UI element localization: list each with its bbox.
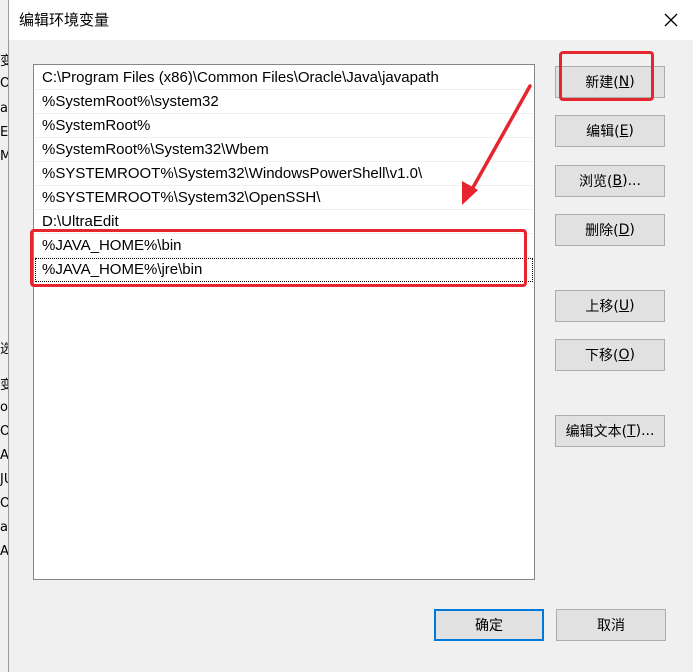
list-item-label: %SystemRoot% [42,117,151,134]
ok-button-label: 确定 [475,618,503,634]
browse-button-suffix: )... [622,173,641,189]
move-up-button-label: 上移( [585,299,619,315]
dialog-title: 编辑环境变量 [19,11,110,29]
list-item[interactable]: D:\UltraEdit [35,210,533,234]
path-list[interactable]: C:\Program Files (x86)\Common Files\Orac… [33,64,535,580]
edit-text-button[interactable]: 编辑文本(T)... [555,415,665,447]
edit-text-button-label: 编辑文本( [565,424,628,440]
list-item[interactable]: %SystemRoot%\System32\Wbem [35,138,533,162]
bg-fragment: a [0,101,8,116]
list-item[interactable]: %SYSTEMROOT%\System32\WindowsPowerShell\… [35,162,533,186]
cancel-button-label: 取消 [597,618,625,634]
close-button[interactable] [648,0,693,40]
edit-button-key: E [619,123,629,139]
edit-button[interactable]: 编辑(E) [555,115,665,147]
list-item-label: %SYSTEMROOT%\System32\OpenSSH\ [42,189,321,206]
move-down-button[interactable]: 下移(O) [555,339,665,371]
list-item[interactable]: %JAVA_HOME%\bin [35,234,533,258]
title-bar: 编辑环境变量 [9,0,693,40]
move-up-button[interactable]: 上移(U) [555,290,665,322]
move-down-button-label: 下移( [585,348,619,364]
new-button[interactable]: 新建(N) [555,66,665,98]
browse-button[interactable]: 浏览(B)... [555,165,665,197]
list-item-focused[interactable]: %JAVA_HOME%\jre\bin [35,258,533,282]
list-item-label: %JAVA_HOME%\jre\bin [42,261,203,278]
move-down-button-key: O [618,347,630,363]
list-item-label: D:\UltraEdit [42,213,119,230]
list-item[interactable]: %SYSTEMROOT%\System32\OpenSSH\ [35,186,533,210]
bg-fragment: o [0,400,8,415]
cancel-button[interactable]: 取消 [556,609,666,641]
delete-button-suffix: ) [629,222,635,238]
close-icon [664,13,678,27]
bg-fragment: E [0,125,9,140]
move-down-button-suffix: ) [629,347,635,363]
move-up-button-key: U [618,298,630,314]
delete-button-key: D [618,222,630,238]
edit-text-button-suffix: )... [635,423,655,439]
delete-button-label: 删除( [585,223,619,239]
list-item-label: %SystemRoot%\System32\Wbem [42,141,269,158]
edit-text-button-key: T [627,423,636,439]
edit-button-suffix: ) [628,123,634,139]
list-item-label: %SystemRoot%\system32 [42,93,219,110]
list-item[interactable]: %SystemRoot%\system32 [35,90,533,114]
edit-button-label: 编辑( [586,124,620,140]
new-button-suffix: ) [629,74,635,90]
list-item[interactable]: C:\Program Files (x86)\Common Files\Orac… [35,66,533,90]
new-button-key: N [618,74,630,90]
edit-env-var-dialog: 编辑环境变量 C:\Program Files (x86)\Common Fil… [8,0,693,672]
ok-button[interactable]: 确定 [434,609,544,641]
move-up-button-suffix: ) [629,298,635,314]
delete-button[interactable]: 删除(D) [555,214,665,246]
new-button-label: 新建( [585,75,619,91]
browse-button-key: B [612,173,623,189]
list-item[interactable]: %SystemRoot% [35,114,533,138]
browse-button-label: 浏览( [579,174,613,190]
list-item-label: %JAVA_HOME%\bin [42,237,182,254]
bg-fragment: a [0,520,8,535]
list-item-label: C:\Program Files (x86)\Common Files\Orac… [42,69,439,86]
list-item-label: %SYSTEMROOT%\System32\WindowsPowerShell\… [42,165,423,182]
